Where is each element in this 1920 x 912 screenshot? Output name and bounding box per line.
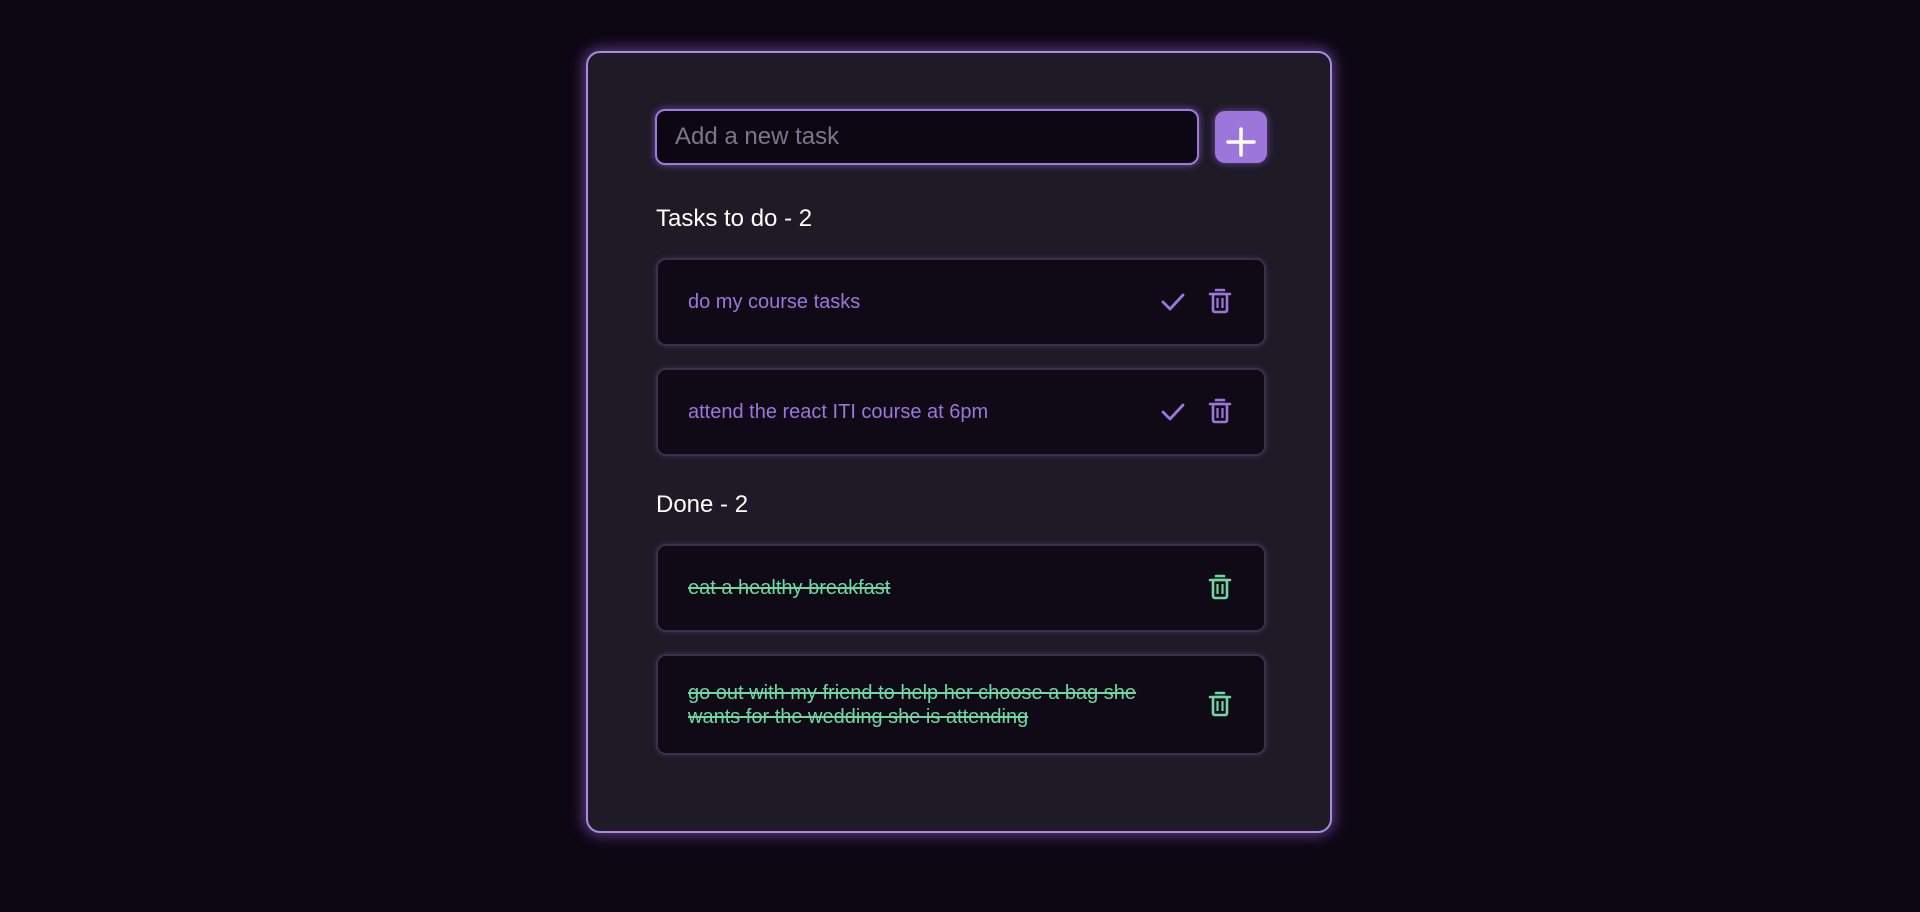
done-section-title: Done - 2 xyxy=(656,491,749,518)
task-text: do my course tasks xyxy=(688,291,861,313)
task-text: go out with my friend to help her choose… xyxy=(688,682,1137,728)
trash-icon xyxy=(1208,398,1232,424)
delete-task-button[interactable] xyxy=(1205,572,1235,602)
todo-card: Tasks to do - 2 do my course tasks atten… xyxy=(586,51,1332,833)
done-task-item: eat a healthy breakfast xyxy=(656,544,1266,632)
task-text: attend the react ITI course at 6pm xyxy=(688,401,989,423)
trash-icon xyxy=(1208,288,1232,314)
complete-task-button[interactable] xyxy=(1158,397,1188,427)
todo-task-item: attend the react ITI course at 6pm xyxy=(656,368,1266,456)
check-icon xyxy=(1161,403,1185,421)
task-text: eat a healthy breakfast xyxy=(688,577,891,599)
new-task-input[interactable] xyxy=(655,109,1199,165)
delete-task-button[interactable] xyxy=(1205,689,1235,719)
trash-icon xyxy=(1208,574,1232,600)
todo-task-item: do my course tasks xyxy=(656,258,1266,346)
plus-icon xyxy=(1226,127,1256,157)
trash-icon xyxy=(1208,691,1232,717)
delete-task-button[interactable] xyxy=(1205,396,1235,426)
check-icon xyxy=(1161,293,1185,311)
todo-section-title: Tasks to do - 2 xyxy=(656,205,813,232)
complete-task-button[interactable] xyxy=(1158,287,1188,317)
add-task-button[interactable] xyxy=(1215,111,1267,163)
delete-task-button[interactable] xyxy=(1205,286,1235,316)
new-task-row xyxy=(655,109,1267,165)
done-task-item: go out with my friend to help her choose… xyxy=(656,654,1266,755)
